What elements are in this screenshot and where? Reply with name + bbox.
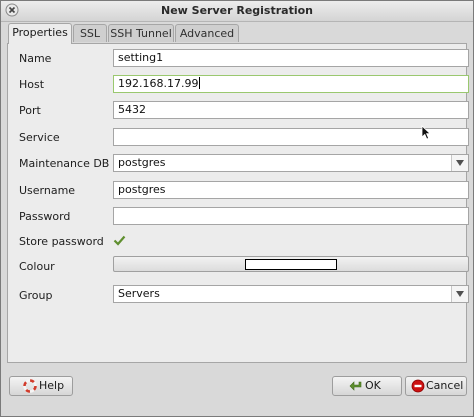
text-caret	[199, 77, 201, 89]
help-lifebuoy-icon	[23, 379, 37, 393]
group-select[interactable]: Servers	[113, 285, 469, 303]
colour-swatch	[245, 259, 337, 270]
password-label: Password	[19, 210, 71, 223]
name-value: setting1	[118, 51, 164, 64]
group-label: Group	[19, 289, 53, 302]
help-label: Help	[39, 379, 65, 392]
tab-advanced[interactable]: Advanced	[175, 24, 239, 42]
service-field[interactable]	[113, 128, 469, 146]
cancel-label: Cancel	[426, 379, 464, 392]
maintenance-db-label: Maintenance DB	[19, 157, 110, 170]
properties-pane: Name setting1 Host 192.168.17.99 Port 54…	[7, 43, 469, 363]
chevron-down-icon[interactable]	[451, 155, 468, 171]
dialog-title: New Server Registration	[161, 4, 313, 17]
tab-properties[interactable]: Properties	[8, 23, 72, 44]
cancel-button[interactable]: Cancel	[405, 376, 467, 396]
chevron-down-icon[interactable]	[451, 286, 468, 302]
host-label: Host	[19, 78, 45, 91]
colour-label: Colour	[19, 260, 55, 273]
host-value: 192.168.17.99	[118, 77, 199, 90]
password-field[interactable]	[113, 207, 469, 225]
host-field[interactable]: 192.168.17.99	[113, 75, 469, 93]
colour-picker-button[interactable]	[113, 256, 469, 272]
service-label: Service	[19, 131, 60, 144]
ok-label: OK	[365, 379, 381, 392]
store-password-label: Store password	[19, 235, 104, 248]
mouse-cursor-icon	[421, 125, 431, 140]
username-value: postgres	[118, 183, 166, 196]
title-bar[interactable]: New Server Registration	[1, 1, 473, 22]
name-field[interactable]: setting1	[113, 49, 469, 67]
ok-button[interactable]: OK	[332, 376, 402, 396]
port-value: 5432	[118, 103, 146, 116]
tab-ssh-tunnel[interactable]: SSH Tunnel	[108, 24, 174, 42]
check-icon	[113, 235, 126, 246]
maintenance-db-select[interactable]: postgres	[113, 154, 469, 172]
username-field[interactable]: postgres	[113, 181, 469, 199]
help-button[interactable]: Help	[9, 376, 73, 396]
tab-ssl[interactable]: SSL	[73, 24, 107, 42]
username-label: Username	[19, 184, 76, 197]
ok-arrow-icon	[349, 381, 362, 391]
cancel-stop-icon	[411, 379, 425, 393]
name-label: Name	[19, 52, 52, 65]
port-field[interactable]: 5432	[113, 101, 469, 119]
store-password-checkbox[interactable]	[113, 234, 126, 247]
server-registration-dialog: New Server Registration Properties SSL S…	[0, 0, 474, 417]
group-value: Servers	[118, 287, 160, 300]
port-label: Port	[19, 104, 41, 117]
maintenance-db-value: postgres	[118, 156, 166, 169]
